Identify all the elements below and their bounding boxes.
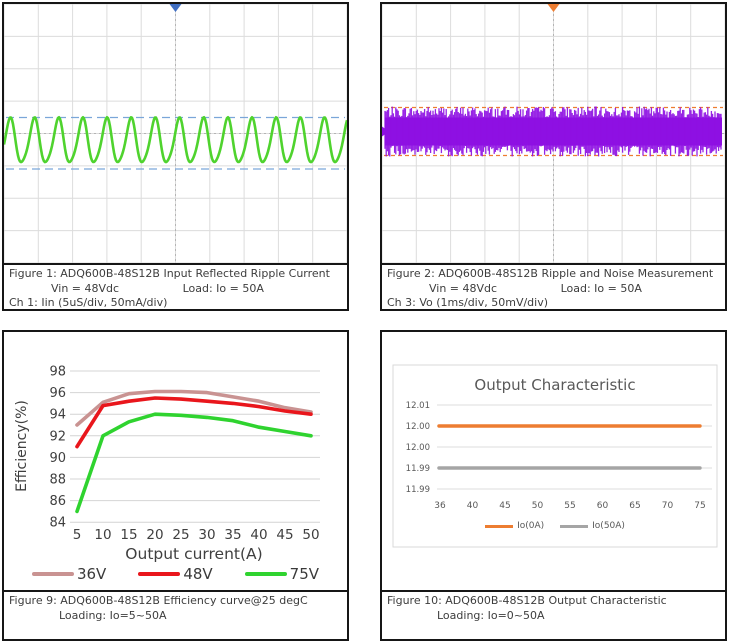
- figure1-conditions: Vin = 48Vdc Load: Io = 50A: [9, 282, 342, 297]
- svg-text:45: 45: [499, 501, 510, 511]
- svg-text:40: 40: [250, 527, 267, 543]
- svg-text:88: 88: [49, 473, 66, 488]
- svg-text:3: 3: [385, 118, 390, 127]
- legend-swatch-75v: [244, 571, 287, 577]
- legend-label-io50a: Io(50A): [592, 521, 625, 531]
- figure10-loading: Loading: Io=0~50A: [437, 608, 545, 622]
- legend-item-75v: 75V: [244, 565, 320, 583]
- legend-swatch-io0a: [485, 524, 514, 528]
- figure10-title: Figure 10: ADQ600B-48S12B Output Charact…: [387, 594, 667, 607]
- legend-item-io50a: Io(50A): [560, 521, 625, 531]
- efficiency-chart-area: 84 86 88 90 92 94 96 98 5 10 15 20 25 30 35 40 45 50 Outpu…: [4, 332, 347, 590]
- svg-text:94: 94: [49, 408, 66, 423]
- figure2-conditions: Vin = 48Vdc Load: Io = 50A: [387, 282, 720, 297]
- oscilloscope-display-ch3: 3: [382, 4, 725, 263]
- figure9-caption: Figure 9: ADQ600B-48S12B Efficiency curv…: [4, 590, 347, 624]
- figure2-panel: 3 Figure 2: ADQ600B-48S12B Ripple and No…: [380, 2, 727, 311]
- svg-text:86: 86: [49, 494, 66, 509]
- svg-text:84: 84: [49, 516, 66, 531]
- svg-text:36: 36: [434, 501, 446, 511]
- figure2-load-value: Load: Io = 50A: [560, 281, 642, 295]
- figure2-title: Figure 2: ADQ600B-48S12B Ripple and Nois…: [387, 267, 714, 280]
- legend-swatch-48v: [138, 571, 181, 577]
- svg-text:25: 25: [172, 527, 189, 543]
- svg-text:50: 50: [532, 501, 544, 511]
- output-chart-legend: Io(0A) Io(50A): [393, 521, 717, 531]
- svg-text:35: 35: [224, 527, 241, 543]
- figure9-title: Figure 9: ADQ600B-48S12B Efficiency curv…: [9, 594, 308, 607]
- svg-text:12.00: 12.00: [406, 443, 430, 453]
- output-characteristic-chart-area: 12.01 12.00 12.00 11.99 11.99 36 40 45 50 55 60 65 7…: [382, 332, 725, 590]
- svg-text:70: 70: [662, 501, 674, 511]
- legend-item-48v: 48V: [138, 565, 213, 583]
- svg-text:Output current(A): Output current(A): [125, 545, 262, 563]
- legend-label-48v: 48V: [183, 565, 213, 583]
- figure10-caption: Figure 10: ADQ600B-48S12B Output Charact…: [382, 590, 725, 624]
- output-characteristic-chart: 12.01 12.00 12.00 11.99 11.99 36 40 45 50 55 60 65 7…: [392, 364, 718, 548]
- svg-text:5: 5: [73, 527, 82, 543]
- legend-item-io0a: Io(0A): [485, 521, 544, 531]
- figure1-scope-area: [4, 4, 347, 263]
- svg-text:20: 20: [146, 527, 163, 543]
- figure1-caption: Figure 1: ADQ600B-48S12B Input Reflected…: [4, 263, 347, 310]
- svg-text:75: 75: [694, 501, 705, 511]
- svg-text:98: 98: [49, 365, 66, 380]
- svg-text:90: 90: [49, 451, 66, 466]
- figure9-loading: Loading: Io=5~50A: [59, 608, 167, 622]
- figure2-vin-value: Vin = 48Vdc: [429, 281, 498, 295]
- figure2-caption: Figure 2: ADQ600B-48S12B Ripple and Nois…: [382, 263, 725, 310]
- figure1-load-value: Load: Io = 50A: [182, 281, 264, 295]
- figure10-panel: 12.01 12.00 12.00 11.99 11.99 36 40 45 50 55 60 65 7…: [380, 330, 727, 641]
- svg-text:92: 92: [49, 429, 66, 444]
- svg-text:12.00: 12.00: [406, 422, 430, 432]
- figure1-title: Figure 1: ADQ600B-48S12B Input Reflected…: [9, 267, 330, 280]
- efficiency-legend: 36V 48V 75V: [4, 565, 347, 583]
- figure1-vin-value: Vin = 48Vdc: [51, 281, 120, 295]
- figure2-scope-area: 3: [382, 4, 725, 263]
- figure1-panel: Figure 1: ADQ600B-48S12B Input Reflected…: [2, 2, 349, 311]
- svg-text:96: 96: [49, 386, 66, 401]
- svg-text:65: 65: [629, 501, 640, 511]
- legend-label-io0a: Io(0A): [517, 521, 545, 531]
- svg-text:30: 30: [198, 527, 215, 543]
- svg-text:55: 55: [564, 501, 575, 511]
- output-chart-title: Output Characteristic: [474, 376, 636, 394]
- legend-label-36v: 36V: [76, 565, 107, 583]
- svg-text:10: 10: [94, 527, 111, 543]
- svg-text:15: 15: [120, 527, 137, 543]
- svg-text:Efficiency(%): Efficiency(%): [14, 400, 30, 492]
- svg-text:11.99: 11.99: [406, 485, 430, 495]
- svg-text:12.01: 12.01: [406, 401, 430, 411]
- svg-text:50: 50: [302, 527, 319, 543]
- svg-text:45: 45: [276, 527, 293, 543]
- legend-label-75v: 75V: [289, 565, 320, 583]
- figure2-channel-settings: Ch 3: Vo (1ms/div, 50mV/div): [387, 296, 549, 310]
- legend-swatch-io50a: [560, 524, 589, 528]
- legend-swatch-36v: [31, 571, 74, 577]
- svg-text:11.99: 11.99: [406, 464, 430, 474]
- legend-item-36v: 36V: [31, 565, 107, 583]
- svg-text:60: 60: [597, 501, 609, 511]
- oscilloscope-display-ch1: [4, 4, 347, 263]
- svg-text:40: 40: [467, 501, 479, 511]
- efficiency-chart: 84 86 88 90 92 94 96 98 5 10 15 20 25 30 35 40 45 50 Outpu…: [14, 365, 320, 563]
- figure1-channel-settings: Ch 1: Iin (5uS/div, 50mA/div): [9, 296, 168, 310]
- figure9-panel: 84 86 88 90 92 94 96 98 5 10 15 20 25 30 35 40 45 50 Outpu…: [2, 330, 349, 641]
